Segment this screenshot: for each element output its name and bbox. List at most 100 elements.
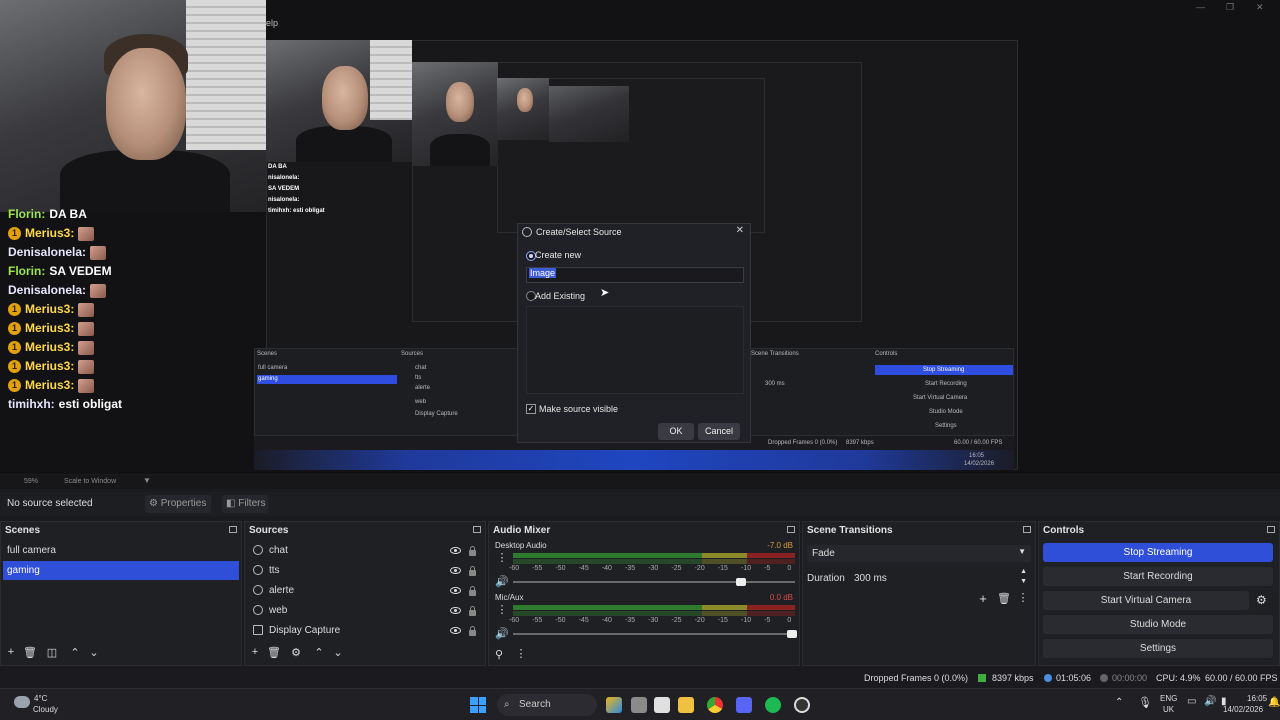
make-visible-checkbox[interactable]: ✓	[526, 404, 536, 414]
spin-up-icon[interactable]: ▲	[1020, 568, 1027, 575]
start-virtual-camera-button[interactable]: Start Virtual Camera	[1043, 591, 1249, 610]
preview-canvas[interactable]: elp — ❐ ✕ Florin: DA BA 1 Merius3: Denisalon…	[0, 0, 1280, 474]
gear-icon[interactable]: ⚙	[289, 646, 303, 659]
volume-slider-handle[interactable]	[787, 630, 797, 638]
weather-temp[interactable]: 4°C	[34, 694, 47, 703]
lock-icon[interactable]	[469, 566, 476, 576]
weather-desc[interactable]: Cloudy	[33, 705, 58, 714]
scene-item-full-camera[interactable]: full camera	[3, 541, 239, 560]
float-dock-icon[interactable]	[787, 526, 795, 533]
speaker-mute-icon[interactable]: 🔊	[495, 575, 509, 588]
studio-mode-button[interactable]: Studio Mode	[1043, 615, 1273, 634]
stop-streaming-button[interactable]: Stop Streaming	[1043, 543, 1273, 562]
chat-text: SA VEDEM	[49, 264, 112, 278]
ok-button[interactable]: OK	[658, 423, 694, 440]
spotify-icon[interactable]	[765, 697, 781, 713]
float-dock-icon[interactable]	[1023, 526, 1031, 533]
float-dock-icon[interactable]	[229, 526, 237, 533]
lock-icon[interactable]	[469, 546, 476, 556]
chat-message: Florin: DA BA	[8, 205, 122, 224]
visibility-eye-icon[interactable]	[450, 587, 461, 594]
transition-select[interactable]: Fade ▼	[807, 545, 1031, 562]
widgets-icon[interactable]	[606, 697, 622, 713]
lock-icon[interactable]	[469, 586, 476, 596]
discord-icon[interactable]	[736, 697, 752, 713]
source-item[interactable]: web	[265, 601, 445, 620]
source-item[interactable]: tts	[265, 561, 445, 580]
filters-button[interactable]: ◧ Filters	[222, 495, 268, 513]
meter-scale-label: -45	[578, 617, 589, 624]
chevron-up-icon[interactable]: ⌃	[1115, 697, 1123, 708]
volume-icon[interactable]: 🔊	[1204, 696, 1216, 707]
cancel-button[interactable]: Cancel	[698, 423, 740, 440]
windows-start-icon[interactable]	[470, 697, 486, 713]
menu-dots-icon[interactable]: ⋮	[514, 647, 528, 660]
speaker-mute-icon[interactable]: 🔊	[495, 627, 509, 640]
dialog-close-icon[interactable]: ✕	[736, 225, 744, 236]
task-view-icon[interactable]	[631, 697, 647, 713]
properties-button[interactable]: ⚙ Properties	[145, 495, 211, 513]
maximize-button[interactable]: ❐	[1226, 2, 1234, 13]
meter-scale-label: -30	[648, 617, 659, 624]
scale-mode[interactable]: Scale to Window	[64, 478, 116, 485]
close-window-button[interactable]: ✕	[1256, 2, 1264, 13]
meter-scale-label: -35	[625, 565, 636, 572]
visibility-eye-icon[interactable]	[450, 547, 461, 554]
spin-down-icon[interactable]: ▼	[1020, 578, 1027, 585]
lock-icon[interactable]	[469, 626, 476, 636]
source-name-input[interactable]: Image	[526, 267, 744, 283]
microphone-icon[interactable]: 🎙	[1138, 696, 1152, 709]
advanced-audio-icon[interactable]: ⚲	[492, 648, 506, 661]
source-item[interactable]: alerte	[265, 581, 445, 600]
move-up-icon[interactable]: ⌃	[312, 646, 326, 659]
move-down-icon[interactable]: ⌄	[331, 646, 345, 659]
clock-date[interactable]: 14/02/2026	[1223, 705, 1263, 714]
move-down-icon[interactable]: ⌄	[87, 646, 101, 659]
record-time: 00:00:00	[1112, 673, 1148, 683]
taskbar-search[interactable]: ⌕ Search	[497, 694, 597, 716]
chevron-down-icon[interactable]: ▼	[143, 476, 151, 485]
volume-slider[interactable]	[513, 633, 795, 635]
volume-slider-handle[interactable]	[736, 578, 747, 586]
trash-icon[interactable]: 🗑	[997, 592, 1011, 605]
keyboard-layout[interactable]: UK	[1163, 705, 1174, 714]
menu-dots-icon[interactable]: ⋮	[1016, 591, 1030, 604]
trash-icon[interactable]: 🗑	[267, 646, 281, 659]
existing-sources-list[interactable]	[526, 306, 744, 394]
move-up-icon[interactable]: ⌃	[68, 646, 82, 659]
channel-menu-dots-icon[interactable]: ⋮	[495, 603, 509, 616]
start-recording-button[interactable]: Start Recording	[1043, 567, 1273, 586]
notepad-icon[interactable]	[654, 697, 670, 713]
wifi-icon[interactable]: ▭	[1187, 696, 1196, 707]
float-dock-icon[interactable]	[1267, 526, 1275, 533]
audio-mixer-dock: Audio Mixer Desktop Audio -7.0 dB ⋮ -60 -55-…	[488, 521, 800, 666]
settings-button[interactable]: Settings	[1043, 639, 1273, 658]
scene-item-gaming[interactable]: gaming	[3, 561, 239, 580]
visibility-eye-icon[interactable]	[450, 607, 461, 614]
bitrate: 8397 kbps	[992, 673, 1034, 683]
gear-icon[interactable]: ⚙	[1256, 593, 1267, 607]
obs-icon[interactable]	[794, 697, 810, 713]
duration-spinbox[interactable]: 300 ms ▲ ▼	[849, 568, 1031, 588]
zoom-level[interactable]: 59%	[24, 478, 38, 485]
minimize-button[interactable]: —	[1196, 2, 1205, 12]
add-scene-icon[interactable]: +	[4, 646, 18, 658]
visibility-eye-icon[interactable]	[450, 627, 461, 634]
subscriber-badge-icon: 1	[8, 303, 21, 316]
float-dock-icon[interactable]	[473, 526, 481, 533]
channel-menu-dots-icon[interactable]: ⋮	[495, 551, 509, 564]
language-code[interactable]: ENG	[1160, 694, 1177, 703]
clock-time[interactable]: 16:05	[1247, 694, 1267, 703]
notification-bell-icon[interactable]: 🔔	[1268, 697, 1280, 708]
trash-icon[interactable]: 🗑	[23, 646, 37, 659]
volume-slider[interactable]	[513, 581, 795, 583]
add-transition-icon[interactable]: +	[976, 591, 990, 606]
visibility-eye-icon[interactable]	[450, 567, 461, 574]
add-source-icon[interactable]: +	[248, 646, 262, 658]
source-item[interactable]: chat	[265, 541, 445, 560]
lock-icon[interactable]	[469, 606, 476, 616]
chrome-icon[interactable]	[707, 697, 723, 713]
scene-filters-icon[interactable]: ◫	[45, 646, 59, 659]
source-item[interactable]: Display Capture	[265, 621, 445, 640]
file-explorer-icon[interactable]	[678, 697, 694, 713]
